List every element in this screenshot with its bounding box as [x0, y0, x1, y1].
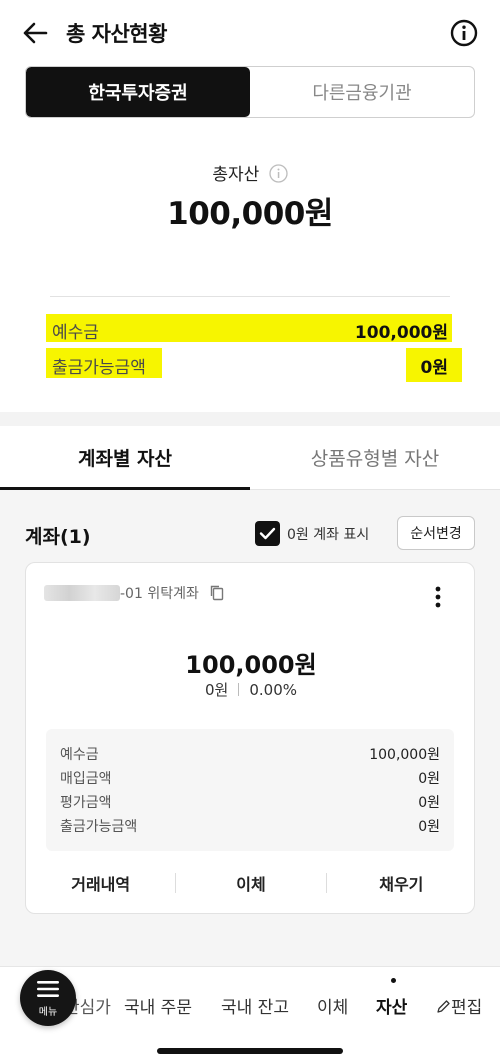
menu-button[interactable]: 메뉴: [20, 970, 76, 1026]
institution-segment: 한국투자증권 다른금융기관: [25, 66, 475, 118]
section-gap: [0, 412, 500, 426]
arrow-left-icon[interactable]: [22, 20, 48, 46]
total-assets-amount: 100,000원: [167, 196, 333, 232]
nav-item-edit-label: 편집: [451, 998, 483, 1018]
header: 총 자산현황: [0, 0, 500, 64]
transfer-button[interactable]: 이체: [176, 871, 325, 895]
pencil-icon: [437, 1000, 450, 1013]
detail-value: 100,000원: [369, 747, 440, 763]
detail-row: 예수금 100,000원: [60, 744, 440, 764]
info-circle-icon[interactable]: [269, 164, 288, 183]
show-zero-label[interactable]: 0원 계좌 표시: [287, 524, 369, 544]
asset-tabs: 계좌별 자산 상품유형별 자산: [0, 426, 500, 490]
active-indicator-dot: [391, 978, 396, 983]
accounts-title: 계좌(1): [25, 526, 91, 548]
detail-label: 평가금액: [60, 795, 112, 811]
detail-row: 출금가능금액 0원: [60, 816, 440, 836]
deposit-label: 예수금: [52, 323, 99, 343]
detail-value: 0원: [418, 819, 440, 835]
total-assets-label: 총자산: [0, 160, 500, 185]
account-profit-row: 0원 0.00%: [26, 679, 476, 700]
divider: [50, 296, 450, 297]
menu-label: 메뉴: [38, 1007, 58, 1018]
masked-account-number: [44, 585, 120, 601]
deposit-value: 100,000원: [354, 323, 448, 343]
reorder-button[interactable]: 순서변경: [397, 516, 475, 550]
tab-by-account[interactable]: 계좌별 자산: [0, 426, 250, 490]
account-card[interactable]: -01 위탁계좌 100,000원 0원 0.00% 예수금 100,000원 매…: [25, 562, 475, 914]
withdrawable-label: 출금가능금액: [52, 358, 146, 378]
transaction-history-button[interactable]: 거래내역: [26, 871, 175, 895]
withdrawable-value: 0원: [420, 358, 448, 378]
copy-icon[interactable]: [209, 584, 225, 602]
detail-value: 0원: [418, 771, 440, 787]
fill-button[interactable]: 채우기: [327, 871, 476, 895]
detail-label: 예수금: [60, 747, 99, 763]
tab-by-product-type[interactable]: 상품유형별 자산: [250, 426, 500, 489]
home-indicator: [157, 1048, 343, 1054]
detail-label: 출금가능금액: [60, 819, 138, 835]
nav-item-domestic-order[interactable]: 국내 주문: [124, 993, 192, 1018]
nav-item-assets[interactable]: 자산: [376, 993, 407, 1018]
page-title: 총 자산현황: [66, 22, 167, 46]
check-icon: [259, 527, 276, 540]
detail-row: 매입금액 0원: [60, 768, 440, 788]
more-vertical-icon[interactable]: [432, 585, 444, 611]
account-actions: 거래내역 이체 채우기: [26, 863, 476, 903]
separator: [238, 683, 240, 696]
segment-korea-investment[interactable]: 한국투자증권: [26, 67, 250, 117]
segment-other-institutions[interactable]: 다른금융기관: [250, 67, 474, 117]
nav-item-domestic-balance[interactable]: 국내 잔고: [221, 993, 289, 1018]
detail-row: 평가금액 0원: [60, 792, 440, 812]
hamburger-icon: [37, 981, 59, 997]
total-assets-label-text: 총자산: [212, 165, 260, 185]
info-circle-icon[interactable]: [450, 19, 478, 47]
nav-item-transfer[interactable]: 이체: [317, 993, 348, 1018]
detail-value: 0원: [418, 795, 440, 811]
account-name: -01 위탁계좌: [120, 586, 199, 602]
account-rate: 0.00%: [249, 681, 297, 699]
account-detail-box: 예수금 100,000원 매입금액 0원 평가금액 0원 출금가능금액 0원: [46, 729, 454, 851]
nav-item-edit[interactable]: 편집: [436, 993, 482, 1018]
account-profit: 0원: [205, 681, 229, 699]
show-zero-checkbox[interactable]: [255, 521, 280, 546]
detail-label: 매입금액: [60, 771, 112, 787]
account-amount: 100,000원: [185, 651, 317, 679]
